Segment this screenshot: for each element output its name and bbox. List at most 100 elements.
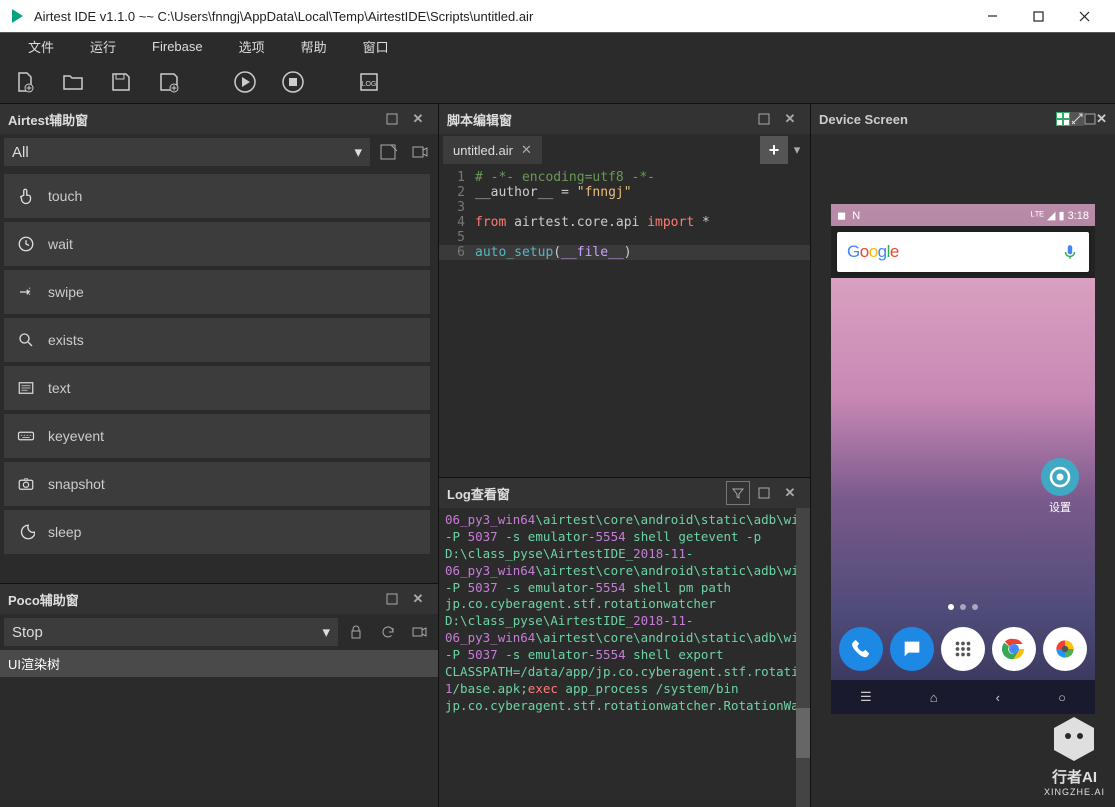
maximize-button[interactable] [1015,0,1061,32]
tab-overflow-icon[interactable]: ▾ [788,142,806,158]
menu-help[interactable]: 帮助 [283,37,345,56]
device-grid-icon[interactable] [1056,112,1070,126]
minimize-button[interactable] [969,0,1015,32]
action-exists[interactable]: exists [4,318,430,362]
panel-close-icon[interactable]: ✕ [406,587,430,611]
new-file-icon[interactable] [10,67,40,97]
run-icon[interactable] [230,67,260,97]
menu-firebase[interactable]: Firebase [134,39,221,54]
google-logo-text: Google [847,242,899,262]
text-icon [16,379,36,397]
close-button[interactable] [1061,0,1107,32]
google-search-bar[interactable]: Google [837,232,1089,272]
action-label: keyevent [48,428,104,444]
report-icon[interactable]: LOG [354,67,384,97]
window-title: Airtest IDE v1.1.0 ~~ C:\Users\fnngj\App… [34,9,969,24]
chrome-app-icon[interactable] [992,627,1036,671]
messages-app-icon[interactable] [890,627,934,671]
panel-close-icon[interactable]: ✕ [406,107,430,131]
editor-tab[interactable]: untitled.air ✕ [443,136,542,164]
panel-close-icon[interactable]: ✕ [778,481,802,505]
exists-icon [16,331,36,349]
android-home-wallpaper[interactable]: 设置 [831,278,1095,618]
poco-ui-tree-label[interactable]: UI渲染树 [0,650,438,677]
action-touch[interactable]: touch [4,174,430,218]
touch-icon [16,187,36,205]
device-tools-icon[interactable] [1070,112,1084,126]
app-logo-icon [8,7,26,25]
script-editor-title: 脚本编辑窗 [447,110,750,129]
keyevent-icon [16,427,36,445]
action-sleep[interactable]: sleep [4,510,430,554]
add-tab-button[interactable]: + [760,136,788,164]
nav-recent-icon[interactable]: ○ [1058,690,1066,705]
device-screen-panel-header: Device Screen ✕ [811,104,1115,134]
poco-mode-select[interactable]: Stop ▾ [4,618,338,646]
action-swipe[interactable]: swipe [4,270,430,314]
stop-icon[interactable] [278,67,308,97]
action-list: touch wait swipe exists text keyevent snapshot… [0,170,438,583]
settings-app-icon[interactable]: 设置 [1041,458,1079,515]
menu-options[interactable]: 选项 [221,37,283,56]
action-label: exists [48,332,84,348]
nav-home-icon[interactable]: ⌂ [930,690,938,705]
nav-menu-icon[interactable]: ☰ [860,689,872,705]
nav-back-icon[interactable]: ‹ [996,690,1000,705]
panel-close-icon[interactable]: ✕ [778,107,802,131]
menu-window[interactable]: 窗口 [345,37,407,56]
statusbar-left-icons: ◼ N [837,209,860,222]
page-indicator [831,604,1095,610]
apps-drawer-icon[interactable] [941,627,985,671]
action-label: touch [48,188,82,204]
open-folder-icon[interactable] [58,67,88,97]
camera-app-icon[interactable] [1043,627,1087,671]
action-label: sleep [48,524,81,540]
action-text[interactable]: text [4,366,430,410]
log-scrollbar[interactable] [796,508,810,807]
poco-refresh-icon[interactable] [374,618,402,646]
svg-text:LOG: LOG [362,81,377,88]
tab-close-icon[interactable]: ✕ [521,142,532,158]
log-viewer-panel-header: Log查看窗 ✕ [439,478,810,508]
capture-rect-icon[interactable] [374,138,402,166]
poco-lock-icon[interactable] [342,618,370,646]
action-snapshot[interactable]: snapshot [4,462,430,506]
action-keyevent[interactable]: keyevent [4,414,430,458]
phone-app-icon[interactable] [839,627,883,671]
main-toolbar: LOG [0,60,1115,104]
poco-record-icon[interactable] [406,618,434,646]
device-screen-title: Device Screen [819,112,1056,127]
action-label: wait [48,236,73,252]
script-editor-panel-header: 脚本编辑窗 ✕ [439,104,810,134]
log-filter-icon[interactable] [726,481,750,505]
wait-icon [16,235,36,253]
panel-close-icon[interactable]: ✕ [1096,111,1107,127]
action-filter-select[interactable]: All ▾ [4,138,370,166]
mic-icon[interactable] [1061,243,1079,261]
record-icon[interactable] [406,138,434,166]
panel-popout-icon[interactable] [380,587,404,611]
panel-popout-icon[interactable] [752,481,776,505]
action-label: snapshot [48,476,105,492]
settings-app-label: 设置 [1049,502,1071,514]
action-filter-value: All [12,144,29,161]
poco-aux-title: Poco辅助窗 [8,590,378,609]
panel-popout-icon[interactable] [380,107,404,131]
action-wait[interactable]: wait [4,222,430,266]
window-titlebar: Airtest IDE v1.1.0 ~~ C:\Users\fnngj\App… [0,0,1115,32]
poco-aux-panel-header: Poco辅助窗 ✕ [0,584,438,614]
airtest-aux-title: Airtest辅助窗 [8,110,378,129]
device-screen-mirror[interactable]: ◼ N ᴸᵀᴱ ◢ ▮ 3:18 Google 设置 [831,204,1095,714]
log-output[interactable]: 06_py3_win64\airtest\core\android\static… [439,508,810,807]
menu-run[interactable]: 运行 [72,37,134,56]
sleep-icon [16,523,36,541]
code-editor[interactable]: 1# -*- encoding=utf8 -*-2__author__ = "f… [439,166,810,477]
save-icon[interactable] [106,67,136,97]
statusbar-right: ᴸᵀᴱ ◢ ▮ 3:18 [1031,209,1089,222]
panel-popout-icon[interactable] [1084,113,1096,125]
save-as-icon[interactable] [154,67,184,97]
snapshot-icon [16,475,36,493]
menu-file[interactable]: 文件 [10,37,72,56]
panel-popout-icon[interactable] [752,107,776,131]
airtest-aux-panel-header: Airtest辅助窗 ✕ [0,104,438,134]
